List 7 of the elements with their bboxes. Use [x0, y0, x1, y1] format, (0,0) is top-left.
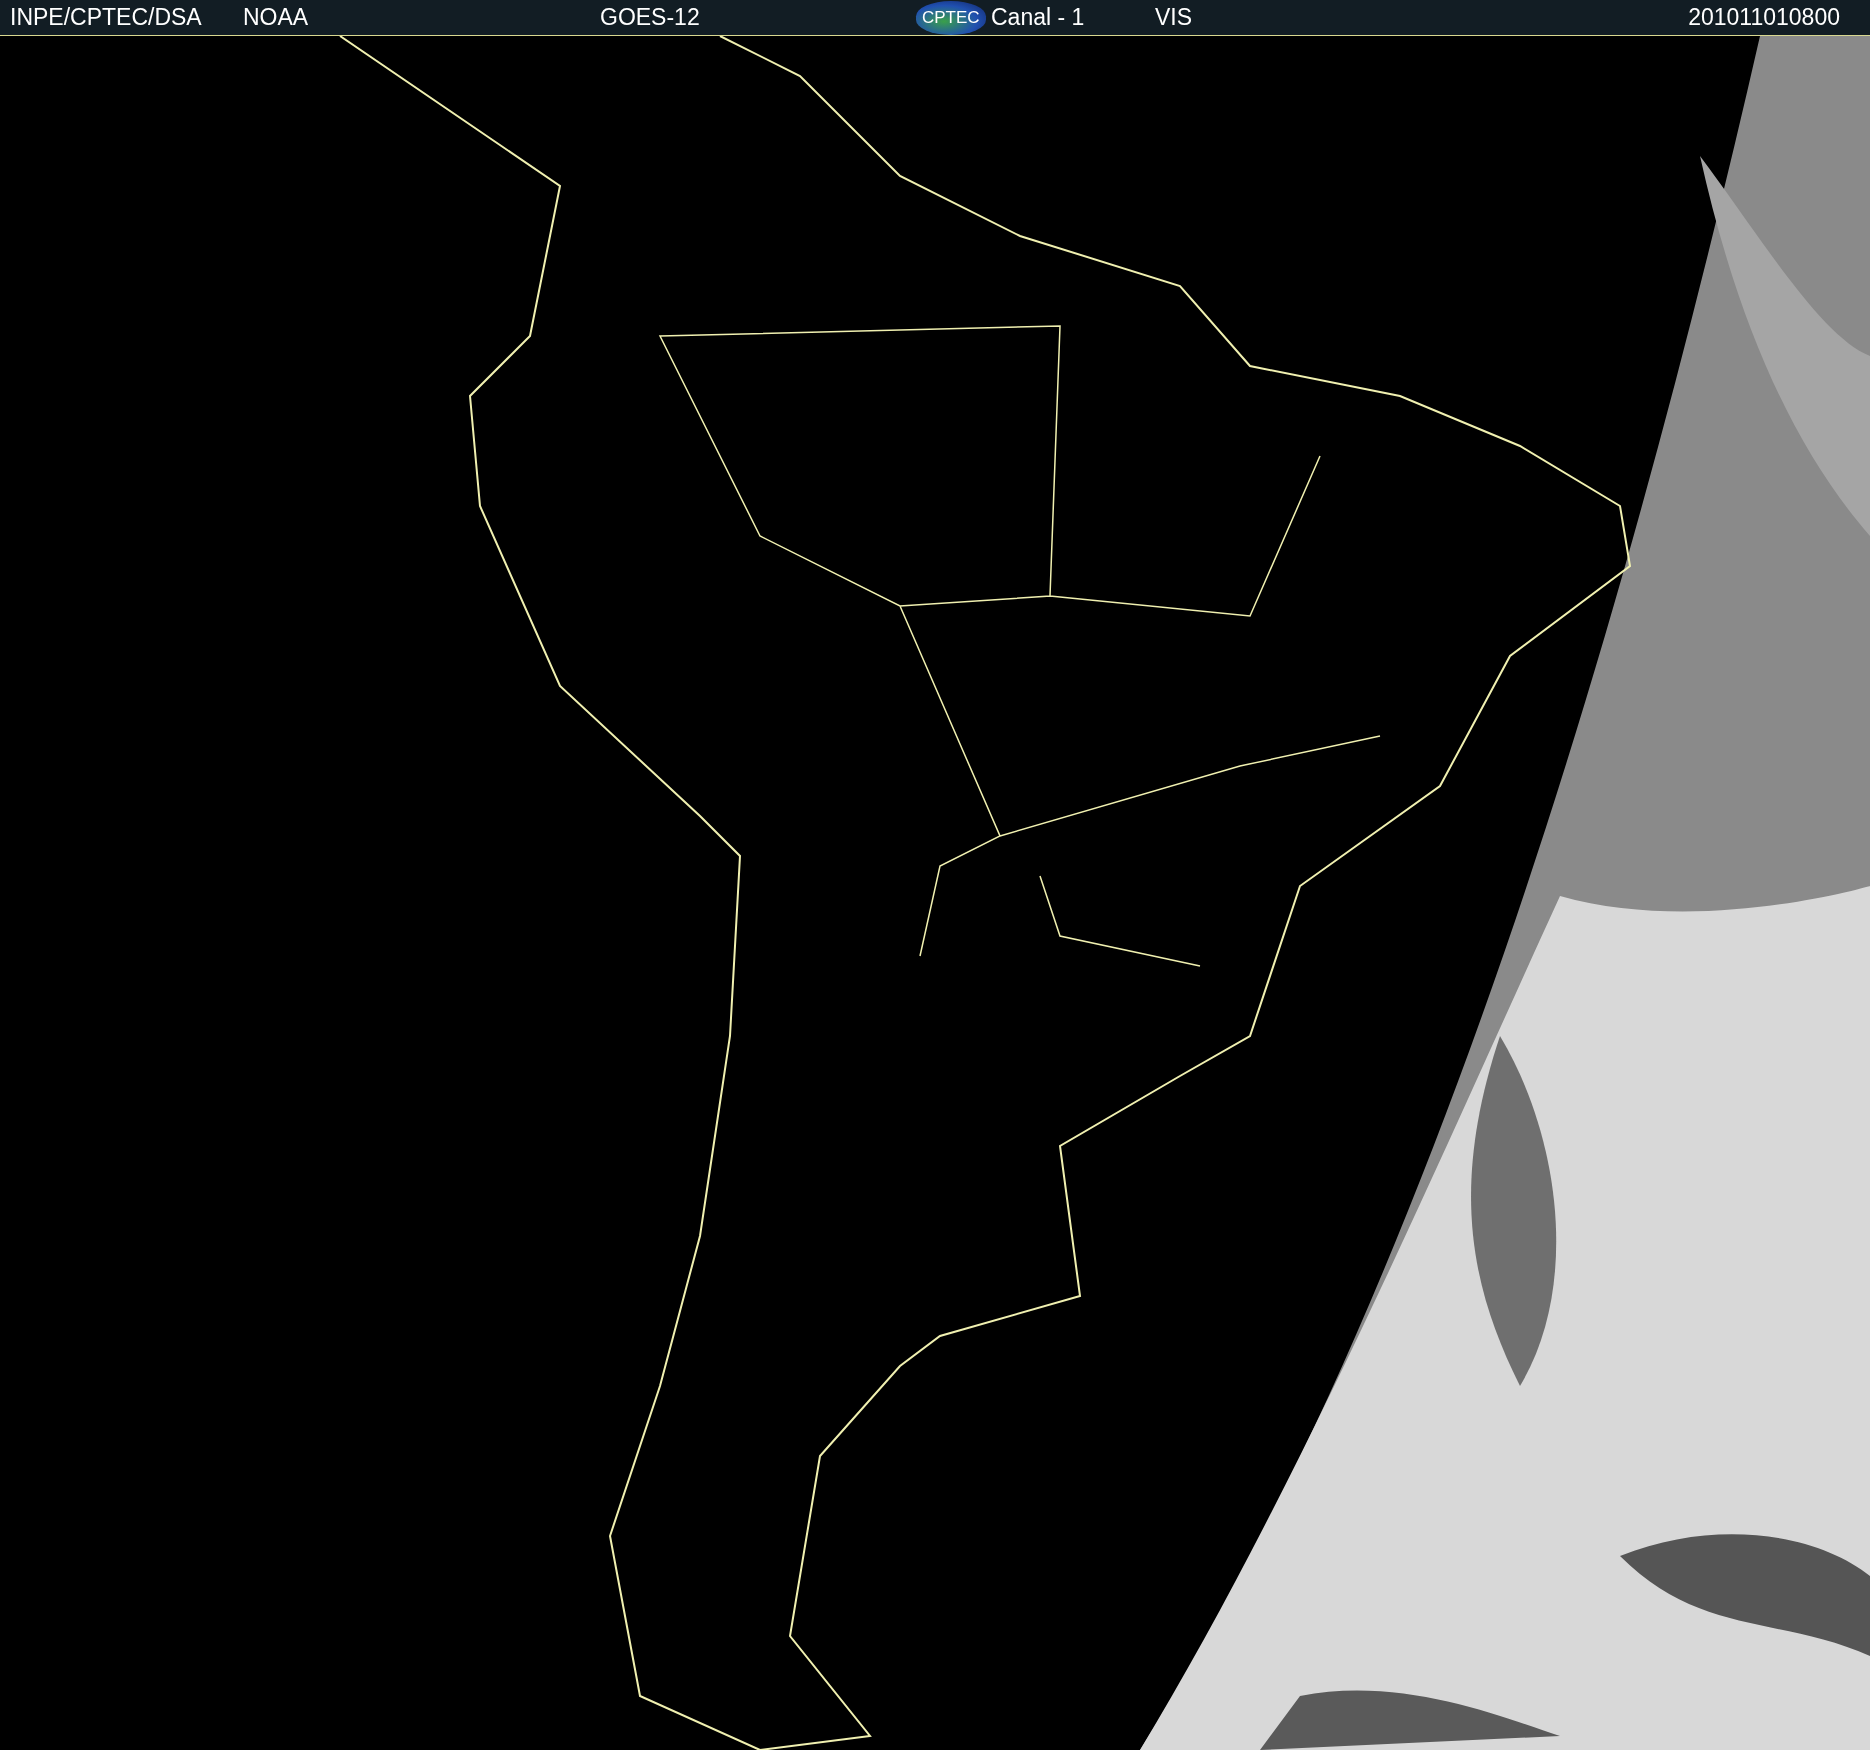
satellite-label: GOES-12	[600, 4, 700, 31]
logo: CPTEC	[916, 0, 986, 35]
channel-label: Canal - 1	[991, 4, 1085, 31]
band-label: VIS	[1155, 4, 1193, 31]
agency-label: NOAA	[243, 4, 309, 31]
institution-label: INPE/CPTEC/DSA	[10, 4, 202, 31]
timestamp-label: 201011010800	[1688, 4, 1840, 31]
